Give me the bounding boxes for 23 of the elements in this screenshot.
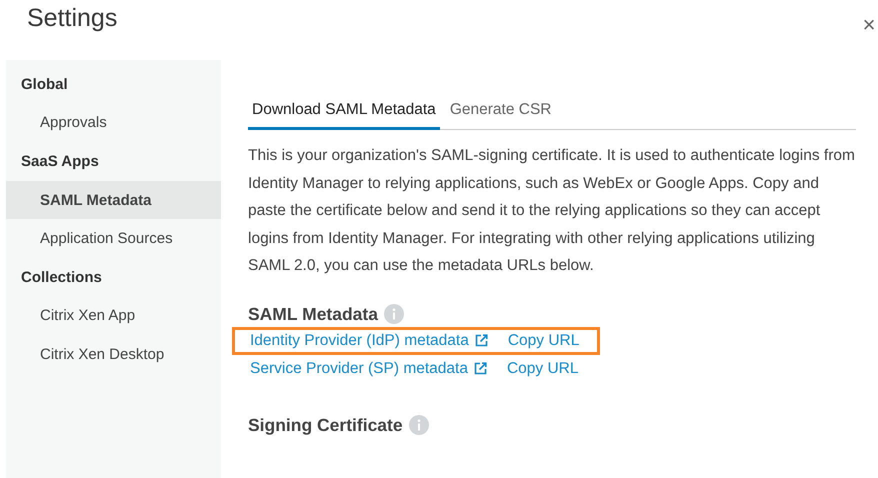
sidebar-item[interactable]: Application Sources: [6, 219, 221, 258]
tab[interactable]: Generate CSR: [446, 96, 556, 130]
close-button[interactable]: ×: [860, 14, 878, 36]
sidebar-item[interactable]: Approvals: [6, 104, 221, 142]
info-icon: [408, 415, 429, 435]
section-heading: SAML Metadata: [248, 304, 378, 324]
external-link-icon: [474, 362, 487, 375]
description-text: This is your organization's SAML-signing certificate. It is used to authenticate logins from Identity Manager to relying applications, such as WebEx or Google Apps. Copy and paste the certificate below and send it to the relying applications so they can accept logins from Identity Manager. For integrating with other relying applications utilizing SAML 2.0, you can use the metadata URLs below.: [248, 146, 856, 276]
sidebar-item[interactable]: SAML Metadata: [6, 180, 221, 220]
copy-url-link[interactable]: Copy URL: [508, 332, 580, 350]
external-link-icon: [474, 334, 488, 347]
sidebar-item[interactable]: Citrix Xen App: [6, 296, 221, 336]
copy-url-link[interactable]: Copy URL: [506, 360, 578, 378]
metadata-link[interactable]: Service Provider (SP) metadata: [250, 360, 487, 378]
sidebar-item[interactable]: Citrix Xen Desktop: [6, 335, 221, 374]
window-title: Settings: [27, 4, 118, 33]
tab[interactable]: Download SAML Metadata: [248, 96, 440, 130]
sidebar-heading: Collections: [20, 268, 103, 288]
sidebar-heading: Global: [20, 74, 69, 95]
section-heading: Signing Certificate: [248, 414, 403, 436]
metadata-link[interactable]: Identity Provider (IdP) metadata: [250, 332, 488, 350]
sidebar-heading: SaaS Apps: [20, 152, 100, 172]
info-icon: [384, 304, 404, 324]
